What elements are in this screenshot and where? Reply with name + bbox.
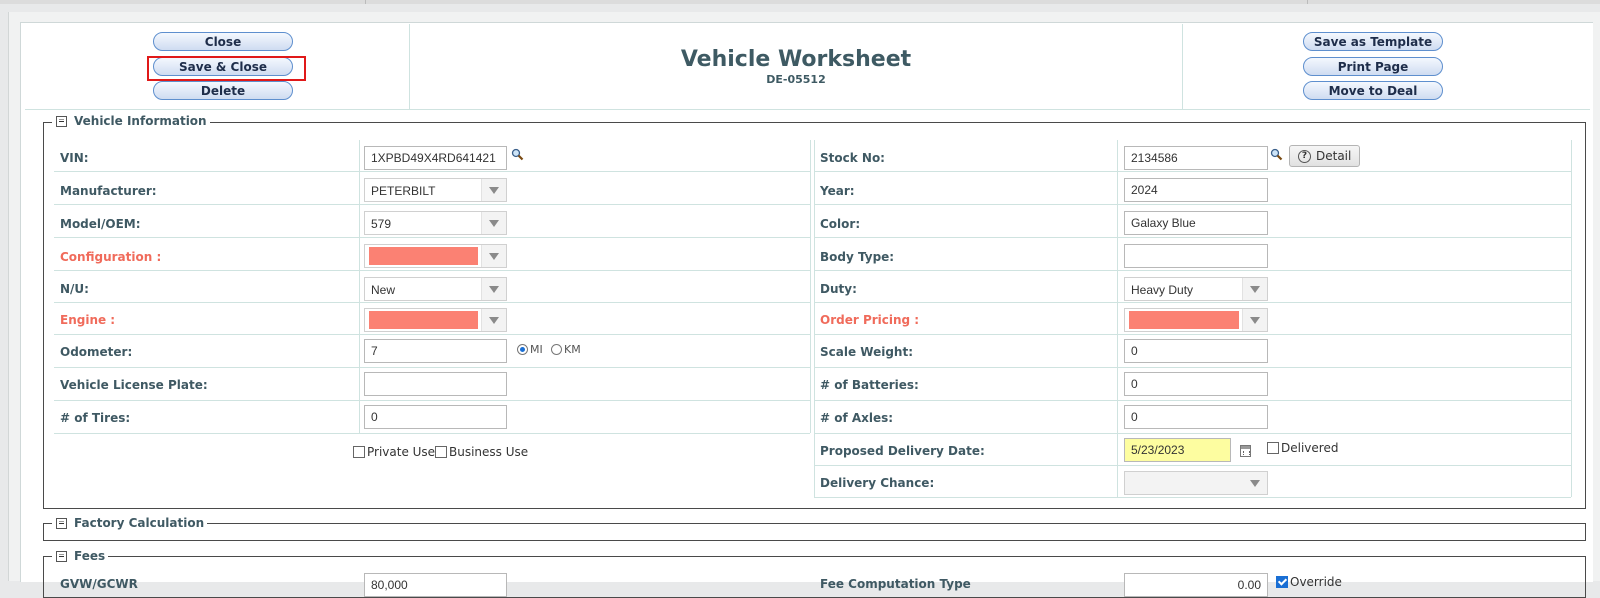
- manufacturer-select[interactable]: PETERBILT: [364, 178, 507, 202]
- stock-no-label: Stock No:: [820, 151, 885, 165]
- delivered-checkbox[interactable]: Delivered: [1267, 441, 1338, 455]
- configuration-label: Configuration :: [60, 250, 162, 264]
- page-title: Vehicle Worksheet: [680, 47, 912, 72]
- calendar-icon[interactable]: [1240, 445, 1251, 457]
- chevron-down-icon[interactable]: [481, 212, 506, 234]
- collapse-icon[interactable]: [56, 115, 67, 127]
- order-pricing-label: Order Pricing :: [820, 313, 920, 327]
- delivery-chance-label: Delivery Chance:: [820, 476, 935, 490]
- body-type-label: Body Type:: [820, 250, 895, 264]
- year-label: Year:: [820, 184, 855, 198]
- print-page-button[interactable]: Print Page: [1303, 57, 1443, 76]
- fee-computation-label: Fee Computation Type: [820, 577, 971, 591]
- chevron-down-icon[interactable]: [1243, 472, 1267, 494]
- vin-label: VIN:: [60, 151, 89, 165]
- configuration-select[interactable]: [364, 244, 507, 268]
- save-close-highlight: [147, 56, 306, 81]
- collapse-icon[interactable]: [56, 550, 67, 562]
- fees-section: [43, 556, 1586, 598]
- axles-label: # of Axles:: [820, 411, 894, 425]
- deal-number: DE-05512: [766, 73, 826, 86]
- odometer-input[interactable]: 7: [364, 339, 507, 363]
- axles-input[interactable]: 0: [1124, 405, 1268, 429]
- engine-select[interactable]: [364, 308, 507, 332]
- color-label: Color:: [820, 217, 861, 231]
- duty-label: Duty:: [820, 282, 857, 296]
- duty-select[interactable]: Heavy Duty: [1124, 277, 1268, 301]
- move-to-deal-button[interactable]: Move to Deal: [1303, 81, 1443, 100]
- scale-weight-label: Scale Weight:: [820, 345, 914, 359]
- stock-no-input[interactable]: 2134586: [1124, 146, 1268, 170]
- delete-button[interactable]: Delete: [153, 81, 293, 100]
- factory-calculation-section: [43, 523, 1586, 541]
- year-input[interactable]: 2024: [1124, 178, 1268, 202]
- help-icon: ?: [1298, 149, 1311, 163]
- private-use-checkbox[interactable]: Private Use: [353, 445, 435, 459]
- proposed-delivery-label: Proposed Delivery Date:: [820, 444, 985, 458]
- scale-weight-input[interactable]: 0: [1124, 339, 1268, 363]
- body-type-input[interactable]: [1124, 244, 1268, 268]
- header-right-cell: Save as Template Print Page Move to Deal: [1183, 24, 1590, 110]
- delivery-chance-select[interactable]: [1124, 471, 1268, 495]
- override-checkbox[interactable]: Override: [1276, 575, 1342, 589]
- gvw-input[interactable]: 80,000: [364, 573, 507, 597]
- collapse-icon[interactable]: [56, 517, 67, 529]
- model-select[interactable]: 579: [364, 211, 507, 235]
- license-plate-label: Vehicle License Plate:: [60, 378, 208, 392]
- tires-input[interactable]: 0: [364, 405, 507, 429]
- odometer-mi-radio[interactable]: MI: [517, 343, 543, 356]
- license-plate-input[interactable]: [364, 372, 507, 396]
- odometer-km-radio[interactable]: KM: [551, 343, 581, 356]
- proposed-delivery-input[interactable]: 5/23/2023: [1124, 438, 1231, 462]
- batteries-input[interactable]: 0: [1124, 372, 1268, 396]
- stock-search-icon[interactable]: [1270, 148, 1283, 161]
- model-label: Model/OEM:: [60, 217, 141, 231]
- detail-button[interactable]: ? Detail: [1289, 145, 1361, 167]
- order-pricing-select[interactable]: [1124, 308, 1268, 332]
- gvw-label: GVW/GCWR: [60, 577, 138, 591]
- fee-computation-input[interactable]: 0.00: [1124, 573, 1268, 597]
- chevron-down-icon[interactable]: [481, 309, 506, 331]
- vin-search-icon[interactable]: [511, 148, 524, 161]
- save-as-template-button[interactable]: Save as Template: [1303, 32, 1443, 51]
- chevron-down-icon[interactable]: [481, 278, 506, 300]
- business-use-checkbox[interactable]: Business Use: [435, 445, 528, 459]
- nu-label: N/U:: [60, 282, 89, 296]
- batteries-label: # of Batteries:: [820, 378, 919, 392]
- manufacturer-label: Manufacturer:: [60, 184, 157, 198]
- new-used-select[interactable]: New: [364, 277, 507, 301]
- chevron-down-icon[interactable]: [481, 179, 506, 201]
- tires-label: # of Tires:: [60, 411, 131, 425]
- header-title-cell: Vehicle Worksheet DE-05512: [410, 24, 1183, 110]
- close-button[interactable]: Close: [153, 32, 293, 51]
- chevron-down-icon[interactable]: [1242, 309, 1267, 331]
- engine-label: Engine :: [60, 313, 116, 327]
- odometer-label: Odometer:: [60, 345, 133, 359]
- window-top-strip: [0, 0, 1600, 4]
- factory-calculation-legend[interactable]: Factory Calculation: [52, 516, 208, 530]
- fees-legend[interactable]: Fees: [52, 549, 109, 563]
- chevron-down-icon[interactable]: [1242, 278, 1267, 300]
- color-input[interactable]: Galaxy Blue: [1124, 211, 1268, 235]
- chevron-down-icon[interactable]: [481, 245, 506, 267]
- vehicle-information-legend[interactable]: Vehicle Information: [52, 114, 210, 128]
- vin-input[interactable]: 1XPBD49X4RD641421: [364, 146, 507, 170]
